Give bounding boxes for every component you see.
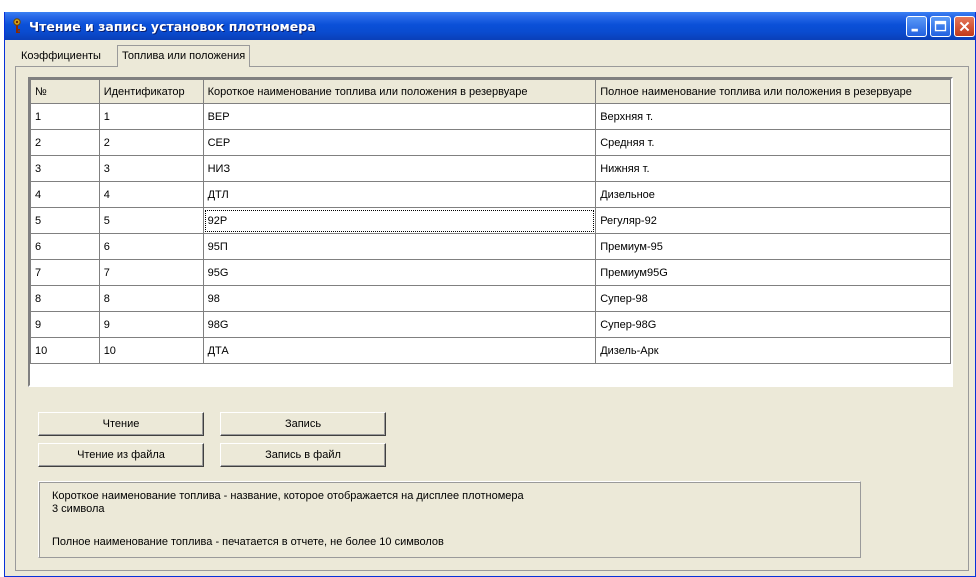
cell-short-name[interactable]: СЕР bbox=[202, 129, 597, 156]
table-row[interactable]: 8 8 98 Супер-98 bbox=[30, 285, 951, 312]
key-icon bbox=[13, 18, 21, 33]
column-header-short-name[interactable]: Короткое наименование топлива или положе… bbox=[202, 79, 597, 104]
cell-id[interactable]: 4 bbox=[98, 181, 204, 208]
read-button[interactable]: Чтение bbox=[38, 412, 204, 436]
cell-id[interactable]: 7 bbox=[98, 259, 204, 286]
fuel-table: № Идентификатор Короткое наименование то… bbox=[30, 79, 951, 364]
cell-number[interactable]: 10 bbox=[30, 337, 100, 364]
read-from-file-button[interactable]: Чтение из файла bbox=[38, 443, 204, 467]
tab-fuels[interactable]: Топлива или положения bbox=[117, 45, 251, 67]
write-button[interactable]: Запись bbox=[220, 412, 386, 436]
info-text-short-length: 3 символа bbox=[52, 503, 105, 515]
cell-full-name[interactable]: Дизель-Арк bbox=[595, 337, 951, 364]
cell-short-name[interactable]: 92Р bbox=[202, 207, 597, 234]
cell-id[interactable]: 3 bbox=[98, 155, 204, 182]
cell-id[interactable]: 2 bbox=[98, 129, 204, 156]
table-row[interactable]: 4 4 ДТЛ Дизельное bbox=[30, 181, 951, 208]
table-row[interactable]: 3 3 НИЗ Нижняя т. bbox=[30, 155, 951, 182]
info-panel: Короткое наименование топлива - название… bbox=[38, 481, 861, 558]
maximize-button[interactable] bbox=[930, 16, 951, 37]
cell-full-name[interactable]: Премиум-95 bbox=[595, 233, 951, 260]
table-row[interactable]: 7 7 95G Премиум95G bbox=[30, 259, 951, 286]
app-window: Чтение и запись установок плотномера Коэ… bbox=[4, 12, 976, 577]
cell-id[interactable]: 10 bbox=[98, 337, 204, 364]
table-row[interactable]: 6 6 95П Премиум-95 bbox=[30, 233, 951, 260]
column-header-number[interactable]: № bbox=[30, 79, 100, 104]
cell-short-name[interactable]: ВЕР bbox=[202, 103, 597, 130]
cell-short-name[interactable]: ДТА bbox=[202, 337, 597, 364]
tab-coefficients[interactable]: Коэффициенты bbox=[17, 48, 105, 65]
cell-full-name[interactable]: Регуляр-92 bbox=[595, 207, 951, 234]
cell-full-name[interactable]: Средняя т. bbox=[595, 129, 951, 156]
column-header-full-name[interactable]: Полное наименование топлива или положени… bbox=[595, 79, 951, 104]
info-text-full-name: Полное наименование топлива - печатается… bbox=[52, 536, 444, 548]
cell-short-name[interactable]: 95П bbox=[202, 233, 597, 260]
table-row[interactable]: 10 10 ДТА Дизель-Арк bbox=[30, 337, 951, 364]
info-text-short-name: Короткое наименование топлива - название… bbox=[52, 490, 524, 502]
cell-full-name[interactable]: Супер-98 bbox=[595, 285, 951, 312]
column-header-id[interactable]: Идентификатор bbox=[98, 79, 204, 104]
cell-number[interactable]: 5 bbox=[30, 207, 100, 234]
cell-id[interactable]: 9 bbox=[98, 311, 204, 338]
cell-short-name[interactable]: ДТЛ bbox=[202, 181, 597, 208]
cell-number[interactable]: 6 bbox=[30, 233, 100, 260]
close-button[interactable] bbox=[954, 16, 975, 37]
cell-short-name[interactable]: 95G bbox=[202, 259, 597, 286]
cell-number[interactable]: 9 bbox=[30, 311, 100, 338]
table-row[interactable]: 2 2 СЕР Средняя т. bbox=[30, 129, 951, 156]
minimize-icon bbox=[911, 28, 918, 32]
cell-full-name[interactable]: Нижняя т. bbox=[595, 155, 951, 182]
cell-number[interactable]: 8 bbox=[30, 285, 100, 312]
fuel-grid[interactable]: № Идентификатор Короткое наименование то… bbox=[28, 77, 953, 387]
cell-full-name[interactable]: Дизельное bbox=[595, 181, 951, 208]
maximize-icon bbox=[934, 20, 947, 32]
cell-id[interactable]: 6 bbox=[98, 233, 204, 260]
cell-id[interactable]: 8 bbox=[98, 285, 204, 312]
minimize-button[interactable] bbox=[906, 16, 927, 37]
table-row[interactable]: 5 5 92Р Регуляр-92 bbox=[30, 207, 951, 234]
cell-number[interactable]: 4 bbox=[30, 181, 100, 208]
cell-full-name[interactable]: Премиум95G bbox=[595, 259, 951, 286]
cell-number[interactable]: 7 bbox=[30, 259, 100, 286]
cell-id[interactable]: 1 bbox=[98, 103, 204, 130]
table-row[interactable]: 9 9 98G Супер-98G bbox=[30, 311, 951, 338]
tab-panel-fuels: № Идентификатор Короткое наименование то… bbox=[15, 66, 969, 571]
cell-full-name[interactable]: Супер-98G bbox=[595, 311, 951, 338]
close-icon bbox=[959, 21, 970, 32]
title-bar[interactable]: Чтение и запись установок плотномера bbox=[5, 12, 975, 40]
cell-short-name[interactable]: 98 bbox=[202, 285, 597, 312]
cell-number[interactable]: 1 bbox=[30, 103, 100, 130]
cell-id[interactable]: 5 bbox=[98, 207, 204, 234]
write-to-file-button[interactable]: Запись в файл bbox=[220, 443, 386, 467]
cell-short-name[interactable]: 98G bbox=[202, 311, 597, 338]
table-header-row: № Идентификатор Короткое наименование то… bbox=[30, 79, 951, 104]
cell-full-name[interactable]: Верхняя т. bbox=[595, 103, 951, 130]
cell-number[interactable]: 2 bbox=[30, 129, 100, 156]
window-title: Чтение и запись установок плотномера bbox=[29, 19, 316, 34]
cell-number[interactable]: 3 bbox=[30, 155, 100, 182]
table-row[interactable]: 1 1 ВЕР Верхняя т. bbox=[30, 103, 951, 130]
cell-short-name[interactable]: НИЗ bbox=[202, 155, 597, 182]
